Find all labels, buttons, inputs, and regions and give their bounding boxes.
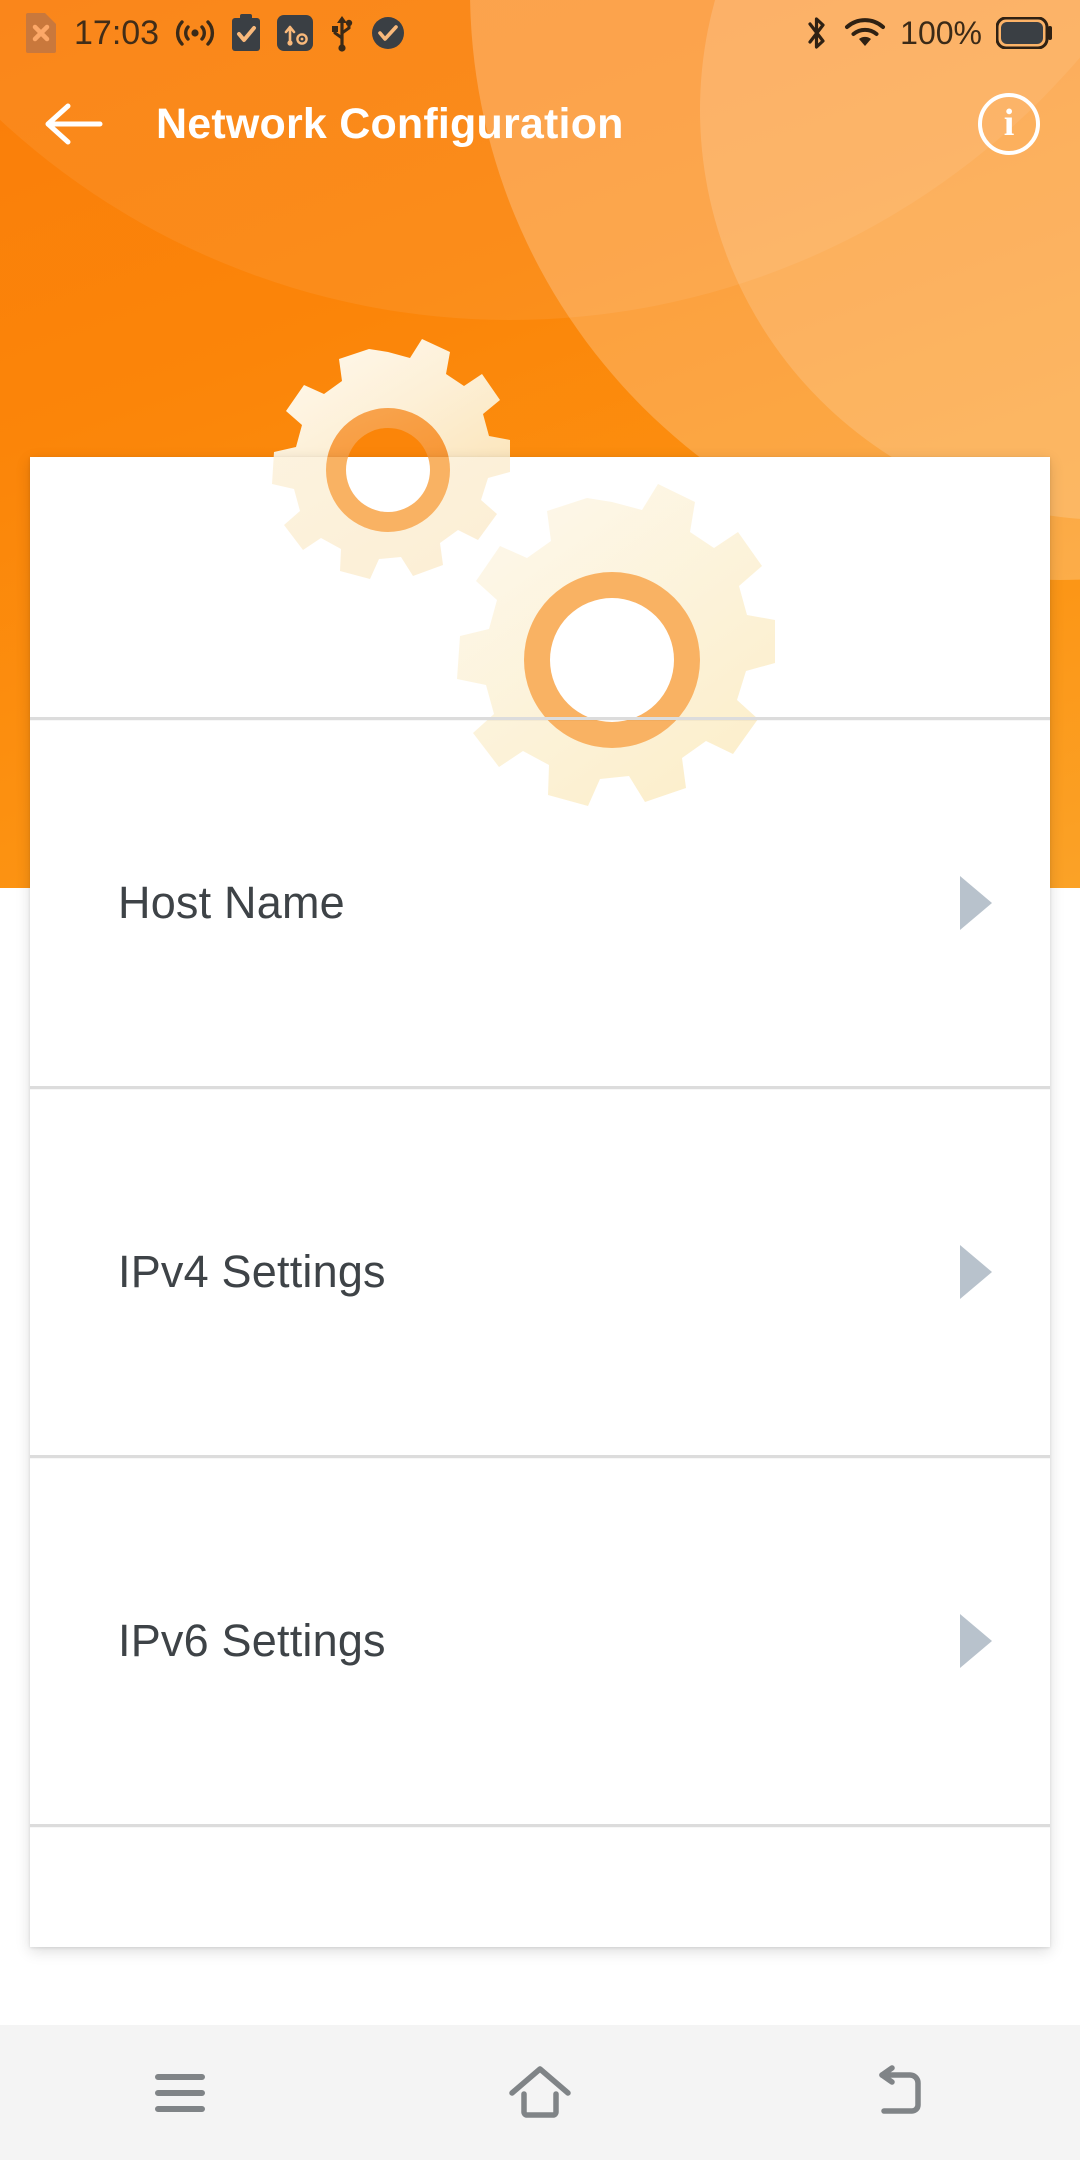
bluetooth-icon (808, 17, 825, 49)
cast-wireless-icon (176, 20, 215, 46)
list-item-label: IPv4 Settings (118, 1246, 386, 1297)
list-item-label: Host Name (118, 877, 345, 928)
home-icon (509, 2065, 571, 2118)
chevron-right-icon (960, 1614, 992, 1668)
settings-list: Host Name IPv4 Settings IPv6 Settings (30, 457, 1050, 1987)
list-item-empty (30, 1827, 1050, 1987)
chevron-right-icon (960, 1245, 992, 1299)
system-navigation-bar (0, 2025, 1080, 2160)
back-button[interactable] (720, 2025, 1080, 2160)
settings-card: Host Name IPv4 Settings IPv6 Settings (30, 457, 1050, 1947)
info-button[interactable]: i (978, 93, 1040, 155)
list-item-ipv4-settings[interactable]: IPv4 Settings (30, 1089, 1050, 1455)
back-navigation-button[interactable] (18, 69, 128, 179)
list-item-host-name[interactable]: Host Name (30, 720, 1050, 1086)
status-bar-left-group: 17:03 (26, 13, 405, 53)
check-circle-icon (372, 17, 405, 49)
list-item-label: IPv6 Settings (118, 1615, 386, 1666)
usb-icon (332, 16, 353, 52)
app-screen: 17:03 100% Network Configuration i Host … (0, 0, 1080, 2160)
wifi-icon (845, 18, 886, 46)
list-item-ipv6-settings[interactable]: IPv6 Settings (30, 1458, 1050, 1824)
chevron-right-icon (960, 876, 992, 930)
status-bar-right-group: 100% (804, 14, 1054, 52)
clipboard-check-icon (232, 14, 261, 51)
info-glyph: i (1003, 102, 1015, 144)
page-title: Network Configuration (156, 99, 624, 148)
battery-percent-label: 100% (900, 15, 982, 51)
sim-card-error-icon (26, 13, 56, 53)
recents-button[interactable] (0, 2025, 360, 2160)
app-bar: Network Configuration i (0, 66, 1080, 182)
card-header-spacer (30, 457, 1050, 717)
status-bar: 17:03 100% (0, 0, 1080, 66)
home-button[interactable] (360, 2025, 720, 2160)
menu-lines-icon (155, 2073, 205, 2112)
status-bar-clock: 17:03 (74, 14, 160, 52)
usb-settings-icon (277, 15, 314, 51)
back-arrow-icon (879, 2064, 921, 2114)
arrow-left-icon (45, 103, 103, 145)
battery-full-icon (996, 17, 1052, 49)
